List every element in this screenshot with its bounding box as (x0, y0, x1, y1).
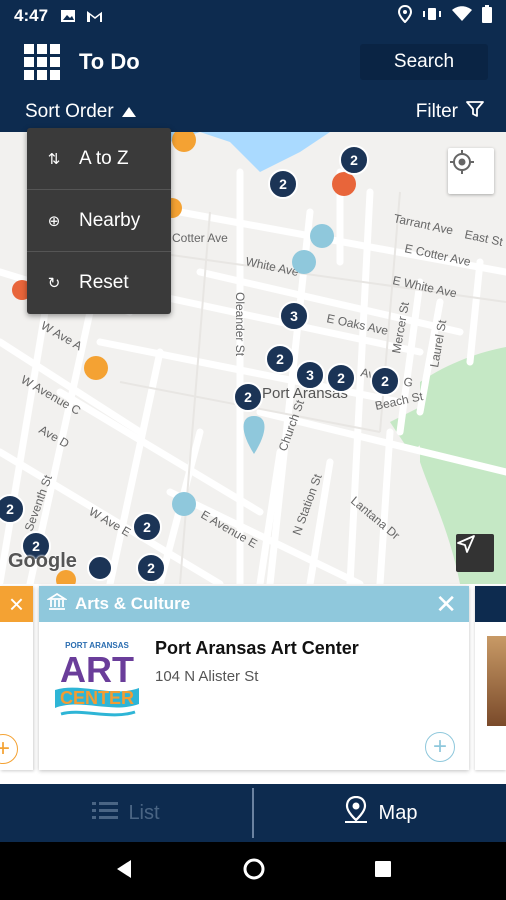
apps-grid-icon[interactable] (24, 44, 60, 80)
svg-text:2: 2 (276, 351, 284, 367)
sort-filter-bar: Sort Order Filter (0, 92, 506, 132)
menu-item-label: A to Z (79, 147, 129, 169)
recents-icon[interactable] (373, 859, 393, 884)
back-icon[interactable] (113, 858, 135, 885)
cluster-marker: 2 (136, 553, 166, 583)
list-icon (92, 800, 119, 826)
navigation-arrow-icon (457, 535, 475, 553)
arts-culture-icon (45, 592, 69, 617)
svg-text:2: 2 (244, 389, 252, 405)
search-button[interactable]: Search (360, 44, 488, 80)
app-bar: To Do Search (0, 32, 506, 92)
cluster-marker: 3 (295, 360, 325, 390)
sort-az-icon: ⇅ (47, 150, 61, 168)
svg-text:2: 2 (279, 176, 287, 192)
svg-text:ART: ART (60, 649, 134, 690)
svg-text:2: 2 (147, 560, 155, 576)
cluster-marker: 3 (279, 301, 309, 331)
street-label: Tarrant Ave (392, 211, 454, 237)
card-header (475, 586, 506, 622)
filter-funnel-icon (466, 100, 484, 124)
cluster-marker: 2 (132, 512, 162, 542)
system-navigation-bar (0, 842, 506, 900)
status-time: 4:47 (14, 6, 49, 25)
svg-text:2: 2 (6, 501, 14, 517)
page-title: To Do (79, 49, 140, 74)
place-cards-carousel[interactable]: × + Arts & Culture ✕ PORT ARANSAS ART CE… (0, 584, 506, 784)
cluster-marker: 2 (265, 344, 295, 374)
location-status-icon (397, 4, 413, 28)
sort-order-label: Sort Order (25, 101, 114, 122)
svg-text:2: 2 (350, 152, 358, 168)
map-pin-icon (343, 795, 369, 830)
cluster-marker: 2 (0, 494, 25, 524)
tab-list-label: List (128, 801, 160, 824)
street-label: Cotter Ave (172, 231, 228, 245)
street-label: E Cotter Ave (403, 241, 472, 269)
svg-text:2: 2 (143, 519, 151, 535)
add-icon[interactable]: + (0, 734, 18, 764)
menu-item-a-to-z[interactable]: ⇅ A to Z (27, 128, 171, 190)
cluster-marker: 2 (233, 382, 263, 412)
tab-map-label: Map (378, 801, 418, 824)
refresh-icon: ↻ (47, 275, 61, 292)
image-notification-icon (60, 9, 76, 23)
svg-text:3: 3 (306, 367, 314, 383)
place-card[interactable]: Arts & Culture ✕ PORT ARANSAS ART CENTER… (39, 586, 469, 770)
place-address: 104 N Alister St (155, 668, 259, 685)
street-label: Oleander St (233, 292, 247, 357)
art-center-logo: PORT ARANSAS ART CENTER (51, 638, 143, 722)
sort-order-button[interactable]: Sort Order (25, 101, 136, 123)
place-name[interactable]: Port Aransas Art Center (155, 638, 359, 659)
street-label: W Ave A (39, 318, 85, 353)
wifi-icon (452, 5, 472, 27)
tab-map[interactable]: Map (254, 784, 506, 842)
cluster-marker: 2 (339, 145, 369, 175)
crosshair-location-icon (450, 150, 474, 174)
home-icon[interactable] (242, 857, 266, 886)
status-bar: 4:47 (0, 0, 506, 32)
previous-card[interactable]: × + (0, 586, 33, 770)
cluster-marker: 2 (268, 169, 298, 199)
svg-text:CENTER: CENTER (60, 688, 134, 708)
svg-text:2: 2 (381, 373, 389, 389)
sort-order-menu: ⇅ A to Z ⊕ Nearby ↻ Reset (27, 128, 171, 314)
street-label: White Ave (244, 254, 300, 279)
my-location-button[interactable] (448, 148, 494, 194)
google-attribution: Google (8, 550, 77, 572)
gmail-notification-icon (86, 9, 103, 23)
street-label: E White Ave (391, 273, 458, 300)
cluster-marker: 2 (326, 363, 356, 393)
card-category: Arts & Culture (75, 594, 191, 613)
vibrate-icon (422, 6, 442, 26)
svg-text:3: 3 (290, 308, 298, 324)
bottom-tab-bar: List Map (0, 784, 506, 842)
add-to-itinerary-icon[interactable]: + (425, 732, 455, 762)
crosshair-icon: ⊕ (47, 212, 61, 230)
battery-icon (482, 4, 492, 28)
close-icon[interactable]: × (0, 586, 33, 622)
directions-button[interactable] (456, 534, 494, 572)
street-label: East St (463, 227, 504, 249)
menu-item-nearby[interactable]: ⊕ Nearby (27, 190, 171, 252)
filter-label: Filter (415, 101, 458, 122)
svg-text:2: 2 (337, 370, 345, 386)
tab-list[interactable]: List (0, 784, 252, 842)
close-icon[interactable]: ✕ (435, 589, 457, 620)
next-card[interactable] (475, 586, 506, 770)
card-category-header: Arts & Culture ✕ (39, 586, 469, 622)
menu-item-label: Reset (79, 272, 129, 293)
caret-up-icon (121, 107, 136, 117)
filter-button[interactable]: Filter (416, 100, 484, 124)
menu-item-reset[interactable]: ↻ Reset (27, 252, 171, 314)
place-photo (487, 636, 506, 726)
menu-item-label: Nearby (79, 209, 141, 231)
cluster-marker: 2 (370, 366, 400, 396)
